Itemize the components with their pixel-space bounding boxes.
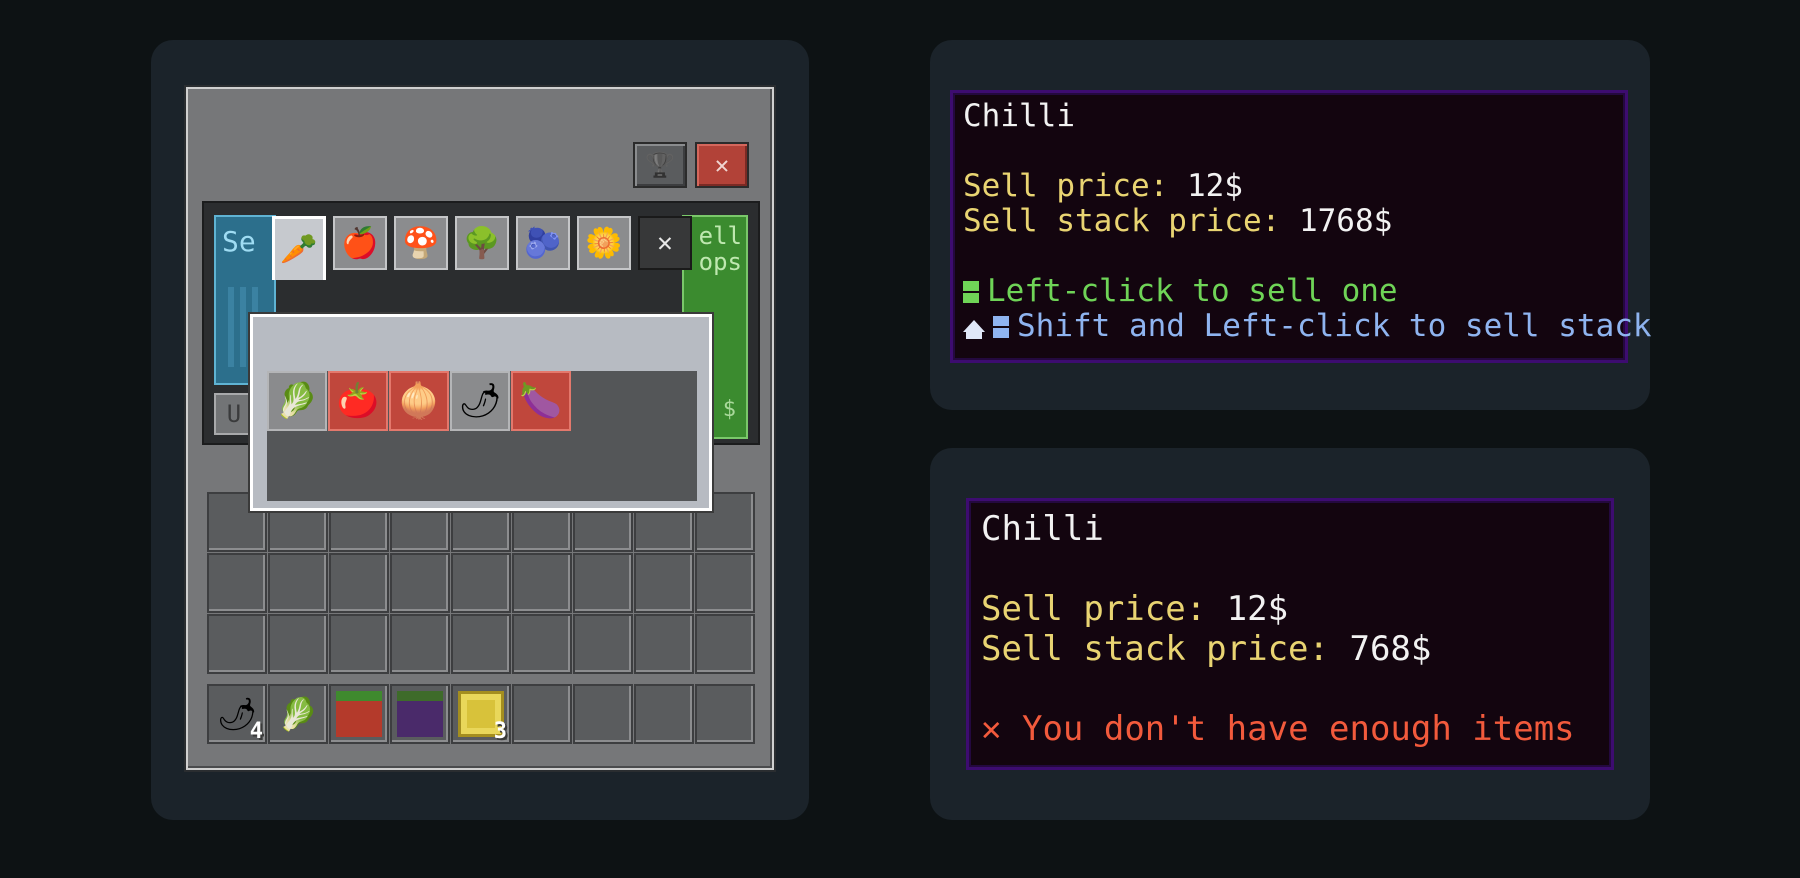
inventory-slot[interactable] <box>512 553 572 613</box>
tree-icon: 🌳 <box>463 225 501 261</box>
item-tooltip: Chilli Sell price: 12$ Sell stack price:… <box>966 498 1614 770</box>
trophy-icon: 🏆 <box>645 151 675 179</box>
inventory-slot[interactable] <box>329 614 389 674</box>
stack-price-label: Sell stack price: <box>963 203 1299 239</box>
popup-slot-tomato[interactable]: 🍅 <box>328 371 388 431</box>
hotbar-slot-empty[interactable] <box>695 684 755 744</box>
tooltip-title: Chilli <box>963 98 1075 134</box>
tab-flower[interactable]: 🌼 <box>577 216 631 270</box>
inventory-slot[interactable] <box>634 614 694 674</box>
sell-panel-left-text: Se <box>222 225 256 258</box>
inventory-slot[interactable] <box>634 553 694 613</box>
tooltip-card-insufficient: Chilli Sell price: 12$ Sell stack price:… <box>930 448 1650 820</box>
mouse-left-icon <box>993 316 1009 338</box>
inventory-slot[interactable] <box>268 553 328 613</box>
cabbage-icon: 🥬 <box>278 695 318 733</box>
stack-price-value: 768$ <box>1349 629 1432 669</box>
category-popup: 🥬 🍅 🧅 🌶 🍆 <box>250 314 712 511</box>
error-x-icon: ✕ <box>981 709 1002 749</box>
eggplant-block-icon <box>397 691 443 737</box>
shop-gui-card: 🏆 ✕ Se ell ops $ U 🥕 🍎 🍄 🌳 🫐 🌼 ✕ 🥬 🍅 🧅 🌶… <box>151 40 809 820</box>
hotbar-slot-yellow-block[interactable]: 3 <box>451 684 511 744</box>
hotbar-slot-empty[interactable] <box>573 684 633 744</box>
popup-slot-onion[interactable]: 🧅 <box>389 371 449 431</box>
tab-mushroom[interactable]: 🍄 <box>394 216 448 270</box>
hotbar-slot-empty[interactable] <box>512 684 572 744</box>
hotbar-slot-chilli[interactable]: 🌶 4 <box>207 684 267 744</box>
hotbar-slot-empty[interactable] <box>634 684 694 744</box>
berry-bush-icon: 🫐 <box>524 225 562 261</box>
left-click-hint: Left-click to sell one <box>987 273 1398 309</box>
tab-carrot[interactable]: 🥕 <box>272 216 326 280</box>
close-icon: ✕ <box>657 228 673 258</box>
inventory-slot[interactable] <box>390 614 450 674</box>
stack-price-value: 1768$ <box>1298 203 1393 239</box>
tab-tree[interactable]: 🌳 <box>455 216 509 270</box>
eggplant-icon: 🍆 <box>519 381 563 421</box>
inventory-slot[interactable] <box>573 614 633 674</box>
tomato-block-icon <box>336 691 382 737</box>
hotbar-slot-tomato-block[interactable] <box>329 684 389 744</box>
sell-price-value: 12$ <box>1226 589 1289 629</box>
dollar-text: $ <box>722 397 736 422</box>
tab-close[interactable]: ✕ <box>638 216 692 270</box>
inventory-slot[interactable] <box>451 614 511 674</box>
inventory-slot[interactable] <box>695 614 755 674</box>
shop-window: 🏆 ✕ Se ell ops $ U 🥕 🍎 🍄 🌳 🫐 🌼 ✕ 🥬 🍅 🧅 🌶… <box>186 87 774 770</box>
sell-price-label: Sell price: <box>963 168 1187 204</box>
shift-click-hint: Shift and Left-click to sell stack <box>1017 308 1652 344</box>
popup-slot-eggplant[interactable]: 🍆 <box>511 371 571 431</box>
chilli-icon: 🌶 <box>458 381 502 421</box>
mouse-left-icon <box>963 281 979 303</box>
inventory-slot[interactable] <box>268 614 328 674</box>
item-count: 3 <box>493 719 507 744</box>
popup-slot-cabbage[interactable]: 🥬 <box>267 371 327 431</box>
tooltip-card-sellable: Chilli Sell price: 12$ Sell stack price:… <box>930 40 1652 410</box>
tomato-icon: 🍅 <box>336 381 380 421</box>
apple-icon: 🍎 <box>341 225 379 261</box>
onion-icon: 🧅 <box>397 381 441 421</box>
sell-panel-right-text: ell ops <box>698 222 742 276</box>
sell-price-label: Sell price: <box>981 589 1227 629</box>
tab-apple[interactable]: 🍎 <box>333 216 387 270</box>
hotbar: 🌶 4 🥬 3 <box>207 684 755 744</box>
inventory-slot[interactable] <box>573 553 633 613</box>
tooltip-title: Chilli <box>981 509 1104 549</box>
cabbage-icon: 🥬 <box>275 381 319 421</box>
inventory-slot[interactable] <box>207 614 267 674</box>
hotbar-slot-cabbage[interactable]: 🥬 <box>268 684 328 744</box>
trophy-button[interactable]: 🏆 <box>633 142 687 188</box>
inventory-slot[interactable] <box>390 553 450 613</box>
mushroom-icon: 🍄 <box>402 225 440 261</box>
item-tooltip: Chilli Sell price: 12$ Sell stack price:… <box>950 90 1652 363</box>
inventory-slot[interactable] <box>329 553 389 613</box>
inventory-slot[interactable] <box>207 553 267 613</box>
error-message: You don't have enough items <box>1021 709 1575 749</box>
u-button[interactable]: U <box>214 393 254 435</box>
inventory-slot[interactable] <box>451 553 511 613</box>
inventory-slot[interactable] <box>512 614 572 674</box>
carrot-icon: 🥕 <box>280 232 318 267</box>
category-tabs: 🥕 🍎 🍄 🌳 🫐 🌼 ✕ <box>272 216 699 280</box>
shift-key-icon <box>963 320 985 339</box>
inventory-slot[interactable] <box>695 553 755 613</box>
hotbar-slot-eggplant-block[interactable] <box>390 684 450 744</box>
item-count: 4 <box>249 719 263 744</box>
popup-item-area: 🥬 🍅 🧅 🌶 🍆 <box>267 371 697 501</box>
tab-berry-bush[interactable]: 🫐 <box>516 216 570 270</box>
close-button[interactable]: ✕ <box>695 142 749 188</box>
popup-slot-chilli[interactable]: 🌶 <box>450 371 510 431</box>
inventory-grid <box>207 492 755 674</box>
stack-price-label: Sell stack price: <box>981 629 1350 669</box>
sell-price-value: 12$ <box>1186 168 1243 204</box>
flower-icon: 🌼 <box>585 225 623 261</box>
